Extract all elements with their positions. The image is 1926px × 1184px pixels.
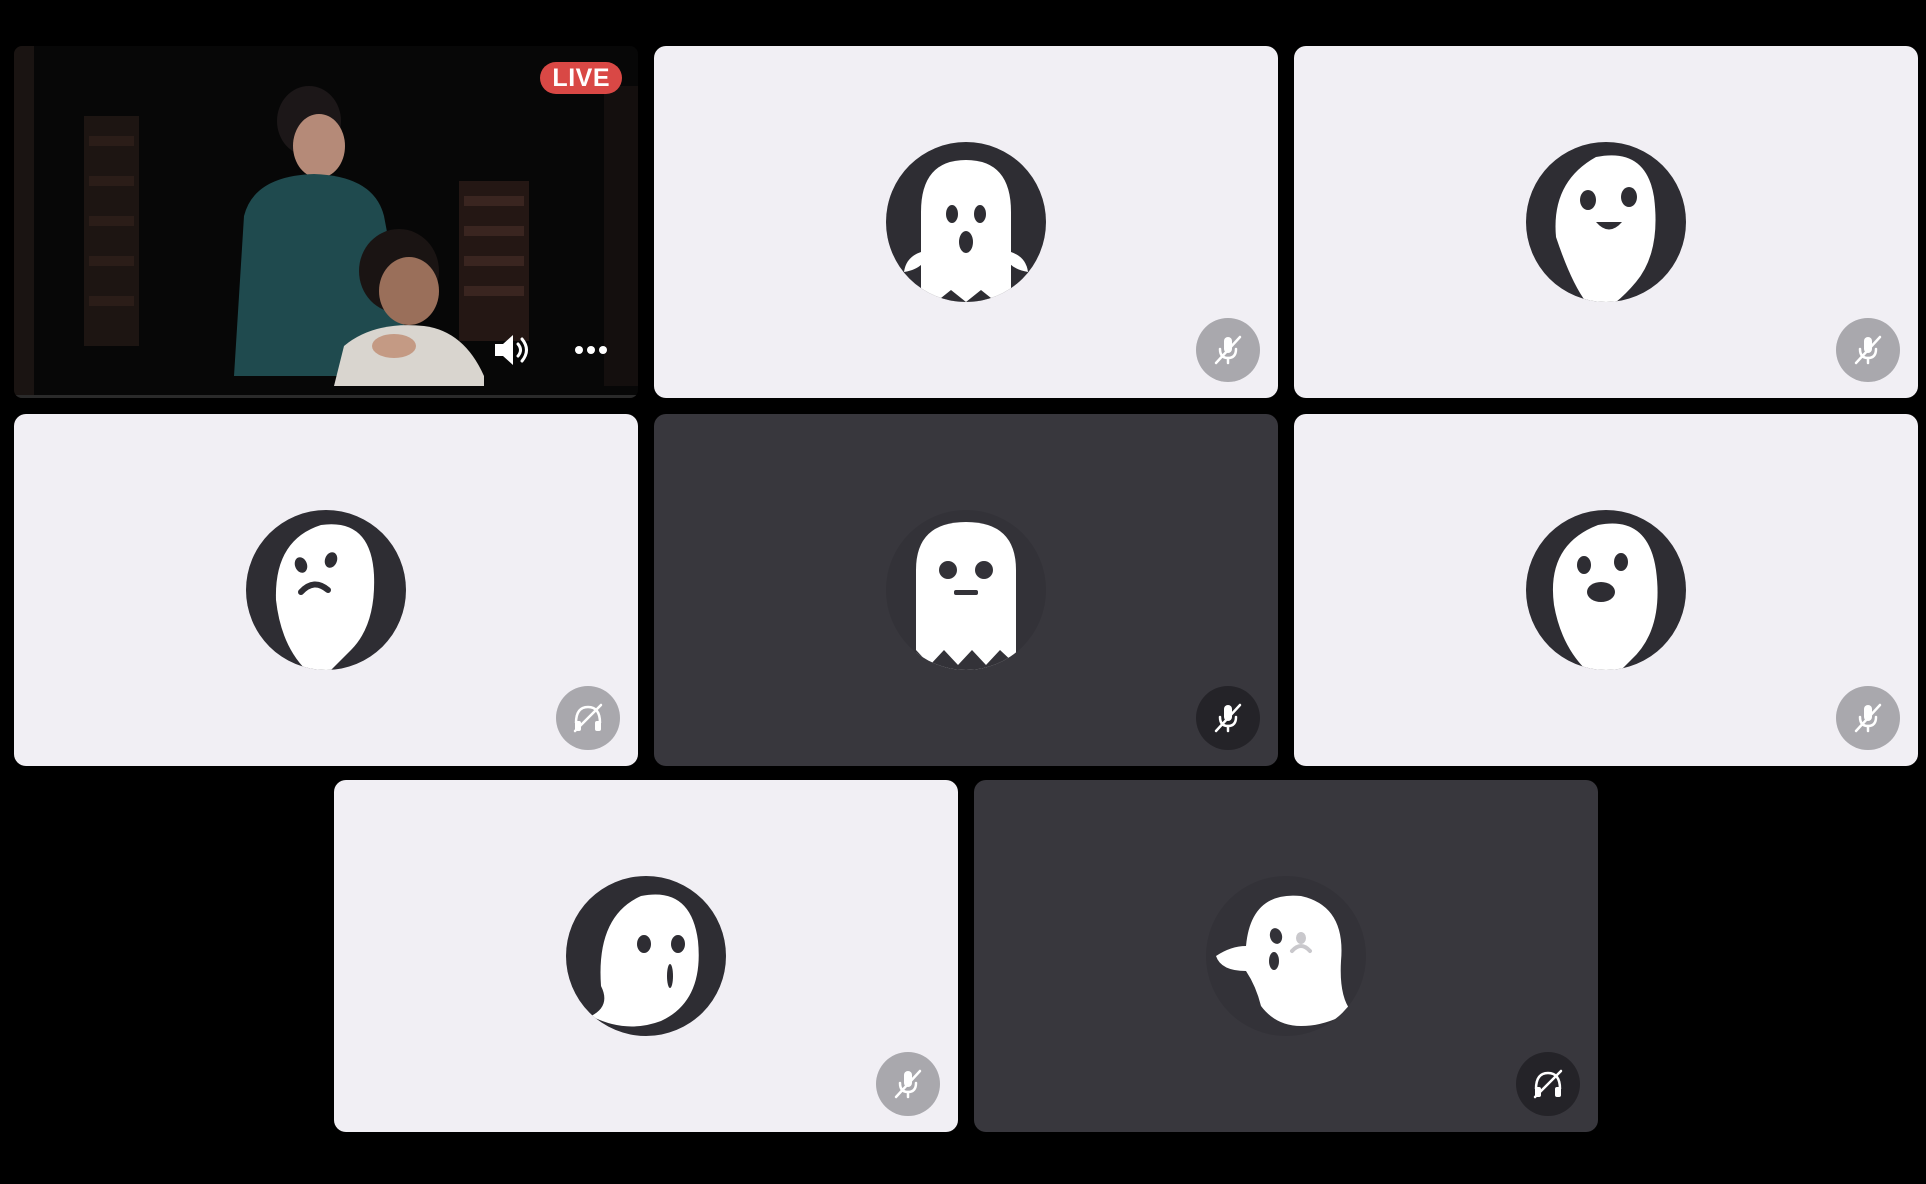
more-icon	[575, 346, 607, 354]
mic-off-icon	[1214, 335, 1242, 365]
participant-tile[interactable]	[654, 46, 1278, 398]
avatar	[1526, 142, 1686, 302]
ghost-sad-icon	[275, 524, 375, 670]
mic-off-icon	[1854, 335, 1882, 365]
mic-off-icon	[1214, 703, 1242, 733]
live-badge: LIVE	[540, 62, 622, 94]
avatar	[886, 510, 1046, 670]
participant-tile[interactable]	[654, 414, 1278, 766]
avatar	[886, 142, 1046, 302]
avatar	[566, 876, 726, 1036]
ghost-shocked-icon	[1552, 523, 1658, 670]
ghost-neutral-icon	[916, 522, 1016, 670]
volume-button[interactable]	[488, 328, 538, 372]
participant-tile[interactable]	[1294, 46, 1918, 398]
participant-tile[interactable]	[974, 780, 1598, 1132]
ghost-smiling-icon	[1555, 155, 1656, 302]
more-options-button[interactable]	[566, 328, 616, 372]
speaker-icon	[495, 335, 528, 365]
mic-muted-badge	[876, 1052, 940, 1116]
mic-muted-badge	[1196, 686, 1260, 750]
participant-tile[interactable]	[334, 780, 958, 1132]
ghost-worried-icon	[591, 894, 699, 1027]
participant-tile[interactable]	[14, 414, 638, 766]
avatar	[1526, 510, 1686, 670]
participant-tile[interactable]	[1294, 414, 1918, 766]
video-call-grid: LIVE	[0, 0, 1926, 1184]
avatar	[1206, 876, 1366, 1036]
mic-off-icon	[894, 1069, 922, 1099]
ghost-crying-icon	[1216, 895, 1351, 1026]
stream-video[interactable]	[14, 46, 638, 398]
deafened-badge	[556, 686, 620, 750]
stream-tile[interactable]: LIVE	[14, 46, 638, 398]
avatar	[246, 510, 406, 670]
deafened-icon	[1533, 1069, 1563, 1099]
deafened-badge	[1516, 1052, 1580, 1116]
ghost-surprised-icon	[904, 160, 1028, 302]
mic-muted-badge	[1836, 686, 1900, 750]
mic-off-icon	[1854, 703, 1882, 733]
deafened-icon	[573, 703, 603, 733]
mic-muted-badge	[1836, 318, 1900, 382]
stream-progress-bar	[14, 395, 638, 398]
mic-muted-badge	[1196, 318, 1260, 382]
